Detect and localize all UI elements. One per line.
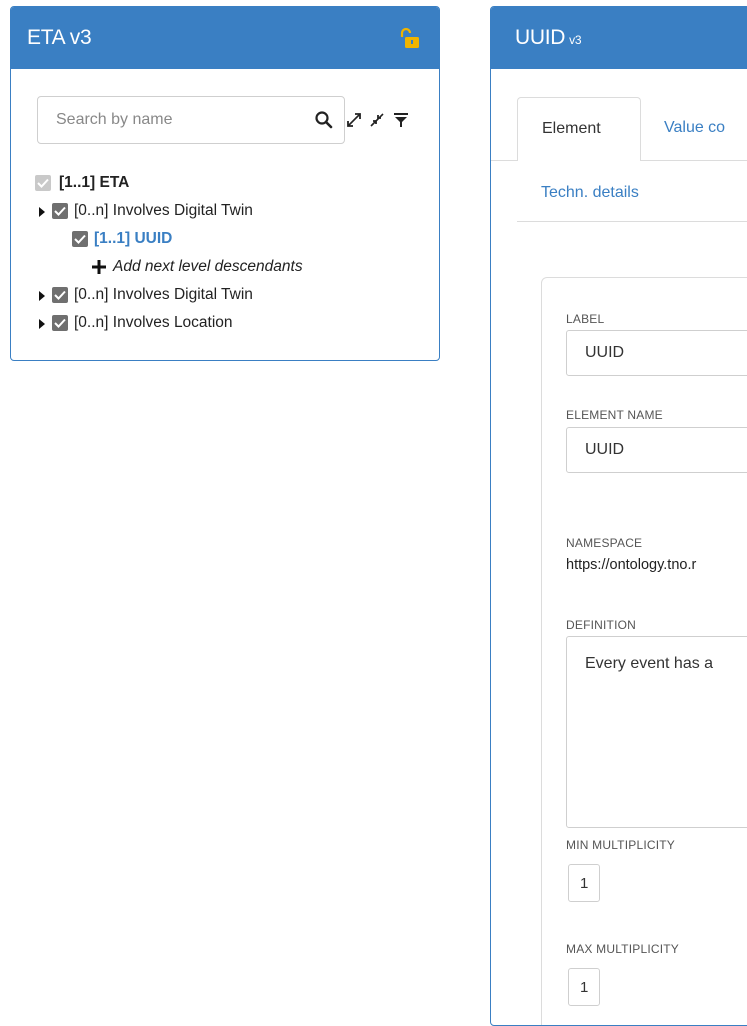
max-multiplicity-input[interactable]: 1 [568, 968, 600, 1006]
tree-item-label: [0..n] Involves Location [74, 314, 233, 331]
plus-icon [92, 260, 106, 274]
expand-arrow-icon[interactable] [39, 207, 45, 217]
min-multiplicity-value: 1 [580, 875, 589, 892]
tab-divider [517, 221, 747, 222]
checkbox[interactable] [72, 231, 88, 247]
detail-panel: UUID v3 Element Value co Techn. details L… [490, 6, 747, 1026]
label-input[interactable]: UUID [566, 330, 747, 376]
collapse-icon[interactable] [368, 111, 386, 129]
max-multiplicity-label: MAX MULTIPLICITY [566, 942, 679, 956]
tree-item-label: [1..1] ETA [59, 174, 130, 191]
detail-title: UUID v3 [515, 26, 582, 50]
max-multiplicity-value: 1 [580, 979, 589, 996]
tree-item-involves-digital-twin[interactable]: [0..n] Involves Digital Twin [35, 197, 439, 225]
element-name-input[interactable]: UUID [566, 427, 747, 473]
search-icon[interactable] [314, 110, 334, 130]
version-label: v3 [569, 33, 582, 47]
tree-item-uuid[interactable]: [1..1] UUID [35, 225, 439, 253]
element-tree: [1..1] ETA [0..n] Involves Digital Twin … [35, 169, 439, 337]
tree-item-label: [0..n] Involves Digital Twin [74, 286, 253, 303]
tree-item-eta[interactable]: [1..1] ETA [35, 169, 439, 197]
tree-item-involves-digital-twin[interactable]: [0..n] Involves Digital Twin [35, 281, 439, 309]
add-descendants-link[interactable]: Add next level descendants [35, 253, 439, 281]
expand-arrow-icon[interactable] [39, 319, 45, 329]
tree-panel: ETA v3 [1..1] ETA [10, 6, 440, 361]
element-form: LABEL UUID ELEMENT NAME UUID NAMESPACE h… [541, 277, 747, 1025]
search-box [37, 96, 345, 144]
add-descendants-label: Add next level descendants [113, 258, 303, 275]
filter-icon[interactable] [392, 111, 410, 129]
namespace-value: https://ontology.tno.r [566, 557, 697, 573]
tab-techn-details[interactable]: Techn. details [541, 184, 639, 202]
tree-panel-header: ETA v3 [11, 7, 439, 69]
detail-title-text: UUID [515, 26, 566, 49]
label-input-value: UUID [585, 344, 625, 361]
tree-item-involves-location[interactable]: [0..n] Involves Location [35, 309, 439, 337]
tab-element[interactable]: Element [517, 97, 641, 161]
tab-element-label: Element [542, 120, 601, 137]
tree-item-label: [0..n] Involves Digital Twin [74, 202, 253, 219]
expand-icon[interactable] [345, 111, 363, 129]
checkbox-disabled [35, 175, 51, 191]
min-multiplicity-label: MIN MULTIPLICITY [566, 838, 675, 852]
detail-panel-header: UUID v3 [491, 7, 747, 69]
definition-field-label: DEFINITION [566, 618, 636, 632]
definition-textarea[interactable]: Every event has a [566, 636, 747, 828]
label-field-label: LABEL [566, 312, 605, 326]
tab-value-constraints[interactable]: Value co [664, 119, 725, 137]
min-multiplicity-input[interactable]: 1 [568, 864, 600, 902]
namespace-field-label: NAMESPACE [566, 536, 643, 550]
tab-divider [641, 160, 747, 161]
tab-bar: Element Value co Techn. details [491, 69, 747, 259]
unlock-icon[interactable] [399, 27, 421, 49]
tree-item-label-selected: [1..1] UUID [94, 230, 173, 247]
panel-title: ETA v3 [27, 26, 92, 49]
tab-divider [491, 160, 517, 161]
search-input[interactable] [38, 97, 298, 143]
checkbox[interactable] [52, 203, 68, 219]
definition-value: Every event has a [585, 655, 714, 672]
checkbox[interactable] [52, 287, 68, 303]
expand-arrow-icon[interactable] [39, 291, 45, 301]
checkbox[interactable] [52, 315, 68, 331]
element-name-value: UUID [585, 441, 625, 458]
element-name-field-label: ELEMENT NAME [566, 408, 663, 422]
